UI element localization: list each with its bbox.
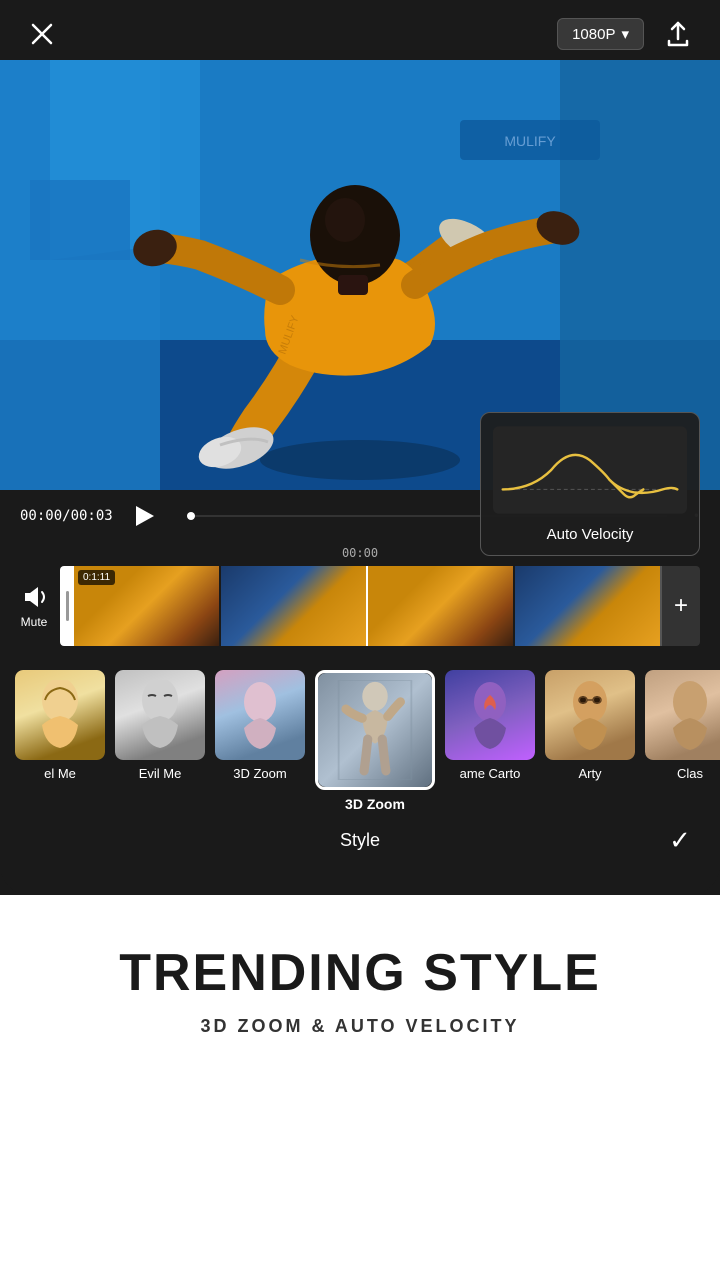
style-item-el-me[interactable]: el Me (10, 666, 110, 816)
timeline-handle-left[interactable] (60, 566, 74, 646)
style-thumb-el-me (15, 670, 105, 760)
dropdown-arrow: ▾ (621, 25, 629, 43)
frame-2 (221, 566, 366, 646)
style-item-evil-me[interactable]: Evil Me (110, 666, 210, 816)
top-bar: 1080P ▾ (0, 0, 720, 60)
style-thumb-arty (545, 670, 635, 760)
timeline-strip[interactable]: 0:1:11 + (60, 566, 700, 646)
frame-time-badge: 0:1:11 (78, 570, 115, 585)
frame-1: 0:1:11 (74, 566, 219, 646)
mute-label: Mute (21, 615, 48, 629)
timeline-frames: 0:1:11 (74, 566, 660, 646)
mute-control[interactable]: Mute (20, 583, 48, 629)
frame-4 (515, 566, 660, 646)
play-button[interactable] (129, 500, 161, 532)
bottom-section: TRENDING STYLE 3D ZOOM & AUTO VELOCITY (0, 895, 720, 1077)
style-item-3dzoom-active[interactable]: 3D Zoom (310, 666, 440, 816)
svg-text:MULIFY: MULIFY (504, 133, 556, 149)
timeline-needle (366, 566, 368, 646)
frame-3 (368, 566, 513, 646)
style-name-3dzoom-active: 3D Zoom (345, 796, 405, 812)
trending-title: TRENDING STYLE (40, 945, 680, 1002)
export-button[interactable] (660, 16, 696, 52)
resolution-label: 1080P (572, 26, 615, 43)
style-name-flame-carto: ame Carto (460, 766, 521, 781)
time-display: 00:00/00:03 (20, 508, 113, 524)
phone-mockup: 1080P ▾ (0, 0, 720, 895)
resolution-button[interactable]: 1080P ▾ (557, 18, 644, 50)
trending-subtitle: 3D ZOOM & AUTO VELOCITY (40, 1016, 680, 1037)
style-item-3dzoom-inactive[interactable]: 3D Zoom (210, 666, 310, 816)
style-thumb-evil-me (115, 670, 205, 760)
style-thumb-classic (645, 670, 720, 760)
style-selector: el Me Evil Me (0, 656, 720, 865)
style-label: Style (340, 830, 380, 851)
style-name-3dzoom-inactive: 3D Zoom (233, 766, 286, 781)
style-name-evil-me: Evil Me (139, 766, 182, 781)
timeline-add-button[interactable]: + (660, 566, 700, 646)
velocity-label: Auto Velocity (493, 526, 687, 543)
top-right-controls: 1080P ▾ (557, 16, 696, 52)
timeline-time: 00:00 (342, 546, 378, 560)
close-button[interactable] (24, 16, 60, 52)
style-thumb-flame-carto (445, 670, 535, 760)
style-items-list: el Me Evil Me (0, 666, 720, 816)
style-name-el-me: el Me (44, 766, 76, 781)
style-name-arty: Arty (578, 766, 601, 781)
style-bottom-bar: Style ✓ (0, 816, 720, 865)
play-icon (136, 506, 154, 526)
auto-velocity-popup: Auto Velocity (480, 412, 700, 556)
style-item-arty[interactable]: Arty (540, 666, 640, 816)
style-thumb-3dzoom-active (315, 670, 435, 790)
add-clip-icon: + (674, 592, 688, 620)
confirm-button[interactable]: ✓ (660, 821, 700, 861)
checkmark-icon: ✓ (669, 825, 691, 856)
style-item-classic[interactable]: Clas (640, 666, 720, 816)
style-name-classic: Clas (677, 766, 703, 781)
style-item-flame-carto[interactable]: ame Carto (440, 666, 540, 816)
timeline-strip-area: Mute 0:1:11 + (0, 566, 720, 656)
style-thumb-3dzoom-inactive (215, 670, 305, 760)
phone-bottom (0, 865, 720, 895)
